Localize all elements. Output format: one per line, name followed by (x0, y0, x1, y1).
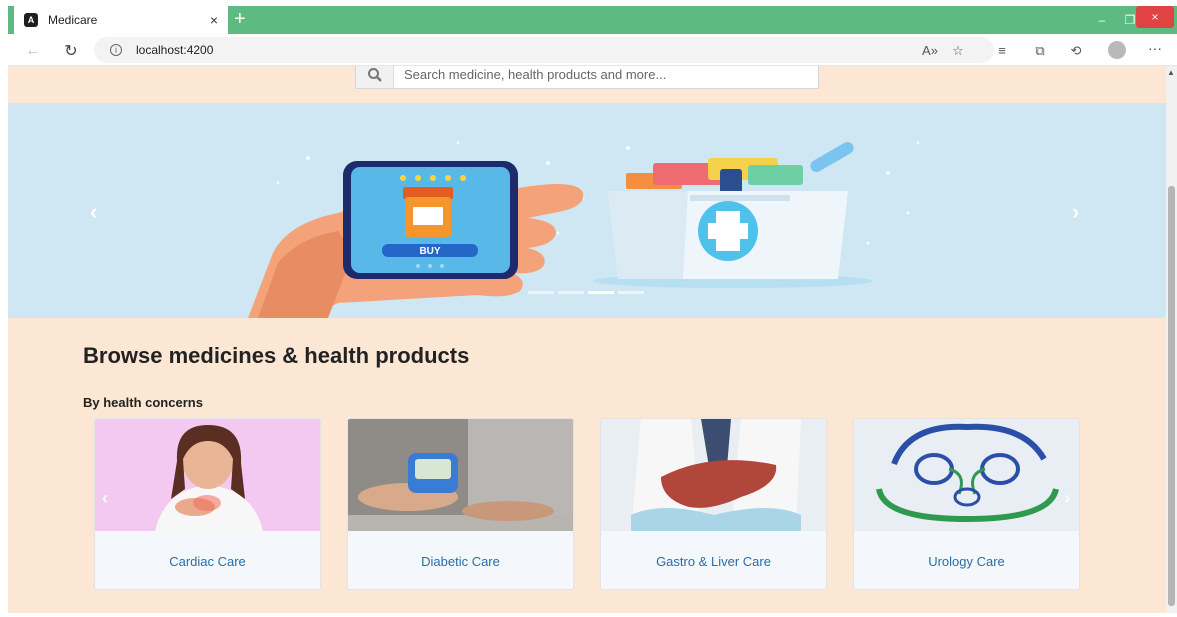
tab-medicare[interactable]: A Medicare × (14, 6, 228, 34)
category-label[interactable]: Diabetic Care (348, 531, 573, 589)
search-bar (355, 66, 819, 89)
search-input[interactable] (394, 66, 818, 88)
buy-label: BUY (419, 246, 440, 257)
carousel-indicator[interactable] (588, 291, 614, 294)
tab-strip: A Medicare × + – ❐ × (8, 6, 1177, 34)
url-field[interactable]: i localhost:4200 (94, 37, 994, 63)
carousel-indicator[interactable] (528, 291, 554, 294)
category-card-gastro[interactable]: Gastro & Liver Care (600, 418, 827, 590)
browser-window: A Medicare × + – ❐ × ← ↻ i localhost:420… (8, 0, 1177, 617)
section-title: Browse medicines & health products (83, 343, 470, 368)
urology-care-image (854, 419, 1079, 531)
search-icon[interactable] (356, 66, 394, 88)
category-card-diabetic[interactable]: Diabetic Care (347, 418, 574, 590)
promo-carousel: BUY ‹ › (8, 103, 1166, 318)
pharmacy-banner-illustration: BUY (248, 141, 920, 318)
carousel-next-chevron-icon[interactable]: › (1072, 199, 1079, 225)
carousel-indicator[interactable] (558, 291, 584, 294)
cards-prev-chevron-icon[interactable]: ‹ (102, 488, 108, 509)
tab-title: Medicare (48, 13, 98, 27)
category-card-cardiac[interactable]: Cardiac Care (94, 418, 321, 590)
new-tab-button[interactable]: + (234, 9, 246, 29)
category-card-urology[interactable]: Urology Care (853, 418, 1080, 590)
cards-next-chevron-icon[interactable]: › (1064, 488, 1070, 509)
page-scrollbar[interactable]: ▲ (1166, 66, 1177, 613)
carousel-indicators (528, 291, 644, 294)
url-text: localhost:4200 (136, 43, 214, 57)
read-aloud-icon[interactable]: A» (920, 43, 940, 58)
back-arrow-icon[interactable]: ← (22, 40, 44, 62)
favorites-icon[interactable]: ≡ (992, 43, 1012, 58)
carousel-indicator[interactable] (618, 291, 644, 294)
profile-avatar[interactable] (1108, 41, 1126, 59)
collections-icon[interactable]: ⧉ (1030, 43, 1050, 59)
health-concerns-carousel: Cardiac Care Diabetic Care Gastro & Live… (94, 418, 1084, 590)
page-viewport: BUY ‹ › (8, 66, 1166, 613)
diabetic-care-image (348, 419, 573, 531)
info-icon[interactable]: i (110, 44, 122, 56)
address-bar: ← ↻ i localhost:4200 A» ☆ ≡ ⧉ ⟲ ··· (8, 34, 1177, 66)
more-menu-icon[interactable]: ··· (1148, 40, 1162, 56)
cardiac-care-image (95, 419, 320, 531)
angular-icon: A (24, 13, 38, 27)
scroll-up-icon[interactable]: ▲ (1167, 68, 1175, 77)
scrollbar-thumb[interactable] (1168, 186, 1175, 606)
carousel-prev-chevron-icon[interactable]: ‹ (90, 199, 97, 225)
minimize-button[interactable]: – (1088, 6, 1116, 34)
section-subtitle: By health concerns (83, 395, 203, 410)
close-window-button[interactable]: × (1136, 6, 1174, 28)
reload-icon[interactable]: ↻ (60, 40, 82, 62)
history-icon[interactable]: ⟲ (1066, 43, 1086, 59)
category-label[interactable]: Urology Care (854, 531, 1079, 589)
category-label[interactable]: Cardiac Care (95, 531, 320, 589)
close-tab-icon[interactable]: × (204, 12, 224, 28)
add-favorite-icon[interactable]: ☆ (948, 43, 968, 59)
category-label[interactable]: Gastro & Liver Care (601, 531, 826, 589)
gastro-liver-care-image (601, 419, 826, 531)
